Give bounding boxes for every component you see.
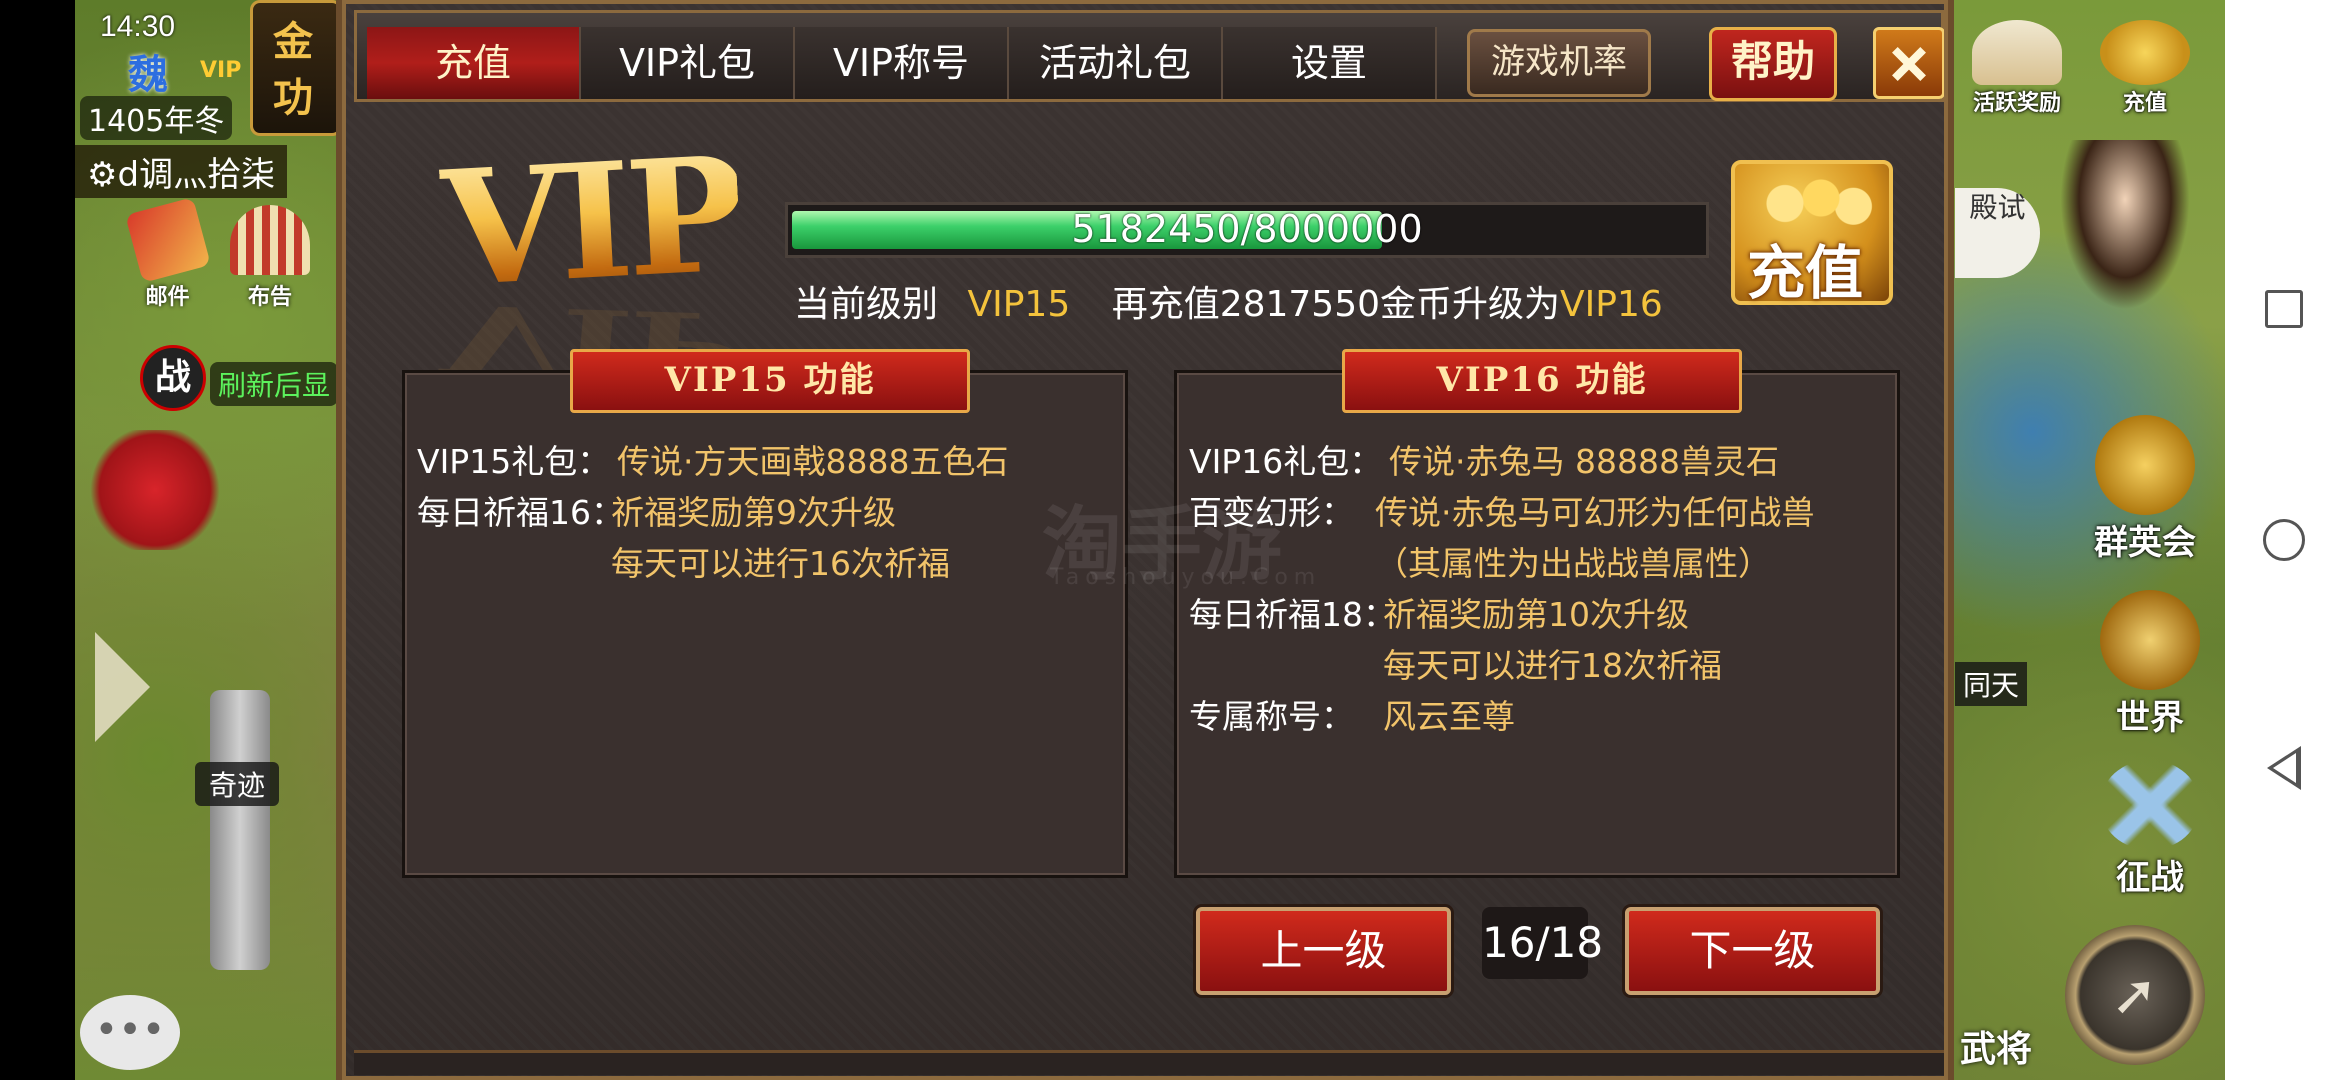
trial-bubble[interactable]: 殿试 <box>1955 188 2040 278</box>
page-indicator: 16/18 <box>1482 907 1603 979</box>
recent-apps-button[interactable] <box>2262 287 2306 331</box>
tab-vip-title[interactable]: VIP称号 <box>795 27 1009 99</box>
progress-text: 5182450/8000000 <box>1071 207 1423 251</box>
miracle-tower-icon[interactable] <box>210 690 270 970</box>
benefit-value: 每天可以进行16次祈福 <box>611 544 950 583</box>
benefit-label: 每日祈福16： <box>417 493 624 532</box>
bulletin-button[interactable]: 布告 <box>220 205 320 311</box>
bulletin-icon <box>230 205 310 275</box>
triangle-icon <box>2267 746 2301 790</box>
benefit-label: VIP15礼包： <box>417 442 611 481</box>
refresh-label: 刷新后显 <box>210 362 339 406</box>
coins-icon <box>1755 176 1875 231</box>
prev-level-button[interactable]: 上一级 <box>1196 907 1451 995</box>
left-tab-char: 功 <box>273 75 313 121</box>
recharge-button[interactable]: 充值 <box>1731 160 1893 307</box>
recharge-shortcut-button[interactable]: 充值 <box>2090 20 2200 117</box>
benefit-value: 传说·方天画戟8888五色石 <box>617 442 1009 481</box>
square-icon <box>2265 290 2303 328</box>
crossed-swords-icon <box>2100 760 2200 850</box>
current-level: VIP15 <box>967 284 1071 325</box>
left-tab-char: 金 <box>273 19 313 65</box>
vip-badge: VIP <box>200 58 242 83</box>
tab-recharge[interactable]: 充值 <box>367 27 581 99</box>
close-icon[interactable] <box>1873 27 1945 99</box>
main-action-button[interactable]: ➚ <box>2065 925 2205 1065</box>
chat-button[interactable]: ••• <box>80 995 180 1070</box>
coin-icon <box>2100 20 2190 85</box>
home-button[interactable] <box>2262 518 2306 562</box>
arrow-icon: ➚ <box>2111 963 2158 1028</box>
player-notice: ⚙d调灬拾柒 <box>75 145 288 198</box>
heroes-icon <box>2095 415 2195 515</box>
active-reward-button[interactable]: 活跃奖励 <box>1962 20 2072 117</box>
vip-progress-bar: 5182450/8000000 <box>785 202 1709 258</box>
year-label: 1405年冬 <box>80 96 233 140</box>
next-level: VIP16 <box>1560 284 1663 325</box>
battle-icon[interactable]: 战 <box>140 345 206 411</box>
heroes-label: 群英会 <box>2094 523 2196 563</box>
vip-logo: VIP <box>437 122 744 323</box>
mail-button[interactable]: 邮件 <box>120 197 215 311</box>
benefit-label: 专属称号： <box>1189 697 1354 736</box>
help-button[interactable]: 帮助 <box>1709 27 1837 101</box>
active-reward-label: 活跃奖励 <box>1972 91 2061 116</box>
tab-vip-gift[interactable]: VIP礼包 <box>581 27 795 99</box>
current-vip-panel: VIP15 功能 VIP15礼包： 传说·方天画戟8888五色石 每日祈福16：… <box>402 349 1128 878</box>
compass-icon <box>2100 590 2200 690</box>
lantern-icon[interactable] <box>85 430 225 550</box>
miracle-label: 奇迹 <box>195 762 280 806</box>
world-label: 世界 <box>2116 698 2184 738</box>
benefit-value: 传说·赤兔马 88888兽灵石 <box>1389 442 1779 481</box>
world-button[interactable]: 世界 <box>2095 590 2205 739</box>
tab-settings[interactable]: 设置 <box>1223 27 1437 99</box>
bulletin-label: 布告 <box>247 285 292 310</box>
tongtian-label: 同天 <box>1955 662 2028 706</box>
recharge-button-label: 充值 <box>1747 239 1864 307</box>
clock: 14:30 <box>100 10 176 43</box>
mail-icon <box>124 197 211 283</box>
mail-label: 邮件 <box>145 285 190 310</box>
benefit-label: VIP16礼包： <box>1189 442 1383 481</box>
expand-arrow-icon[interactable] <box>95 632 150 742</box>
benefit-value: 每天可以进行18次祈福 <box>1383 646 1722 685</box>
back-button[interactable] <box>2262 746 2306 790</box>
benefit-value: （其属性为出战战兽属性） <box>1375 544 1771 583</box>
benefit-value: 祈福奖励第9次升级 <box>611 493 896 532</box>
dialog-bottom-edge <box>354 1050 1944 1075</box>
heroes-button[interactable]: 群英会 <box>2085 415 2205 564</box>
heroine-portrait <box>2060 140 2190 310</box>
notice-text: d调灬拾柒 <box>117 155 276 195</box>
left-function-tab[interactable]: 金 功 <box>250 0 342 136</box>
watermark-sub: Taoshouyou.Com <box>1050 565 1322 590</box>
next-vip-panel: VIP16 功能 VIP16礼包： 传说·赤兔马 88888兽灵石 百变幻形： … <box>1174 349 1900 878</box>
vip-dialog: 充值 VIP礼包 VIP称号 活动礼包 设置 游戏机率 帮助 VIP VIP 5… <box>336 0 1954 1080</box>
benefit-value: 祈福奖励第10次升级 <box>1383 595 1689 634</box>
generals-label[interactable]: 武将 <box>1960 1020 2032 1072</box>
recharge-shortcut-label: 充值 <box>2122 91 2167 116</box>
fan-icon <box>1972 20 2062 85</box>
next-vip-ribbon: VIP16 功能 <box>1297 349 1787 413</box>
next-level-button[interactable]: 下一级 <box>1625 907 1880 995</box>
campaign-label: 征战 <box>2116 858 2184 898</box>
recharge-hint: 再充值2817550金币升级为 <box>1111 284 1561 325</box>
current-vip-ribbon: VIP15 功能 <box>525 349 1015 413</box>
tab-event-gift[interactable]: 活动礼包 <box>1009 27 1223 99</box>
benefit-value: 传说·赤兔马可幻形为任何战兽 <box>1375 493 1815 532</box>
circle-icon <box>2263 519 2305 561</box>
vip-status-line: 当前级别 VIP15 再充值2817550金币升级为VIP16 <box>794 275 1663 327</box>
dialog-tab-bar: 充值 VIP礼包 VIP称号 活动礼包 设置 游戏机率 帮助 <box>354 10 1945 102</box>
kingdom-label: 魏 <box>128 52 168 98</box>
level-label: 当前级别 <box>794 284 939 325</box>
game-odds-button[interactable]: 游戏机率 <box>1467 29 1651 97</box>
benefit-value: 风云至尊 <box>1383 697 1515 736</box>
campaign-button[interactable]: 征战 <box>2095 760 2205 899</box>
